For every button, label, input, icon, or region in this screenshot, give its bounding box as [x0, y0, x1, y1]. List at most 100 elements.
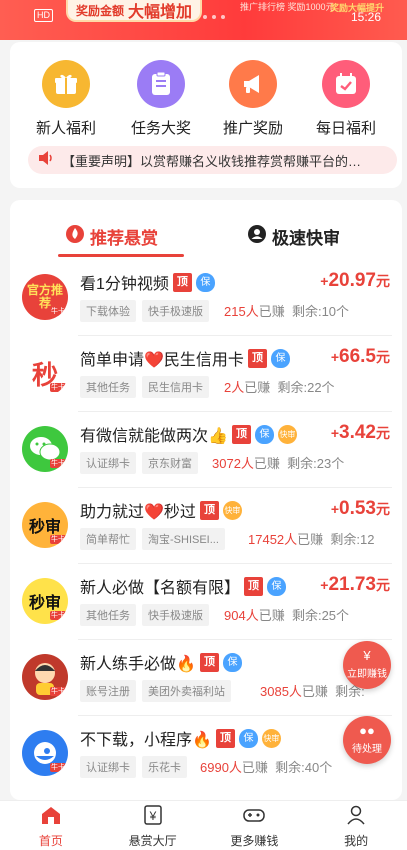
nav-mine[interactable]: 我的 [305, 801, 407, 850]
bottom-nav: 首页 ¥ 悬赏大厅 更多赚钱 我的 [0, 800, 407, 850]
nav-home[interactable]: 首页 [0, 801, 102, 850]
top-tag: 顶 [247, 348, 267, 368]
task-stats: 3085人已赚 剩余: [260, 684, 365, 699]
fast-review-tag: 快审 [277, 424, 297, 444]
nav-bounty-hall[interactable]: ¥ 悬赏大厅 [102, 801, 204, 850]
tab-underline [58, 254, 184, 257]
guarantee-tag: 保 [267, 576, 287, 596]
task-chips: 认证绑卡 京东财富 [80, 452, 198, 474]
promo-text: 推广排行榜 奖励1000元 [240, 2, 335, 12]
quick-item-label: 任务大奖 [130, 120, 191, 137]
task-reward: +3.42元 [330, 422, 390, 443]
task-avatar: 秒 牛卡 [22, 350, 68, 396]
task-avatar: 秒审 牛卡 [22, 578, 68, 624]
task-row[interactable]: 秒审 牛卡 新人必做【名额有限】 顶 保 +21.73元 其他任务 快手极速版 … [10, 566, 402, 640]
task-title: 新人必做【名额有限】 顶 保 [80, 574, 287, 598]
task-title: 不下载，小程序🔥 顶 保 快审 [80, 726, 281, 750]
task-stats: 2人已赚 剩余:22个 [224, 380, 335, 395]
task-chip: 淘宝-SHISEI... [142, 528, 225, 550]
fast-review-tag: 快审 [222, 500, 242, 520]
task-avatar: 秒审 牛卡 [22, 502, 68, 548]
chat-bubble-icon: ●● [359, 723, 375, 738]
pill-text-a: 奖励金额 [76, 3, 125, 18]
guarantee-tag: 保 [254, 424, 274, 444]
tab-label: 推荐悬赏 [90, 229, 158, 248]
top-tag: 顶 [199, 500, 219, 520]
task-reward: +21.73元 [320, 574, 390, 595]
task-chips: 其他任务 民生信用卡 [80, 376, 209, 398]
guarantee-tag: 保 [270, 348, 290, 368]
task-chips: 认证绑卡 乐花卡 [80, 756, 187, 778]
top-tag: 顶 [215, 728, 235, 748]
task-chip: 美团外卖福利站 [142, 680, 231, 702]
pill-text-b: 大幅增加 [128, 4, 193, 21]
task-reward: +66.5元 [330, 346, 390, 367]
task-chips: 简单帮忙 淘宝-SHISEI... [80, 528, 225, 550]
task-title: 简单申请❤️民生信用卡 顶 保 [80, 346, 290, 370]
flame-icon [66, 225, 84, 248]
yen-icon: ¥ [363, 648, 371, 663]
task-stats: 17452人已赚 剩余:12 [248, 532, 375, 547]
task-chips: 下载体验 快手极速版 [80, 300, 209, 322]
guarantee-tag: 保 [222, 652, 242, 672]
quick-item-newbie[interactable]: 新人福利 [31, 60, 101, 138]
bird-icon: 牛卡 [22, 730, 68, 776]
task-chip: 民生信用卡 [142, 376, 209, 398]
task-avatar: 官方推荐 牛卡 [22, 274, 68, 320]
notice-text: 【重要声明】以赏帮赚名义收钱推荐赏帮赚平台的… [62, 153, 362, 169]
yen-box-icon: ¥ [143, 805, 162, 825]
quick-item-label: 每日福利 [315, 120, 376, 137]
quick-menu-card: 新人福利 任务大奖 推广奖励 每日福利 【重要声明】以赏帮赚名义收钱推荐赏帮赚平… [10, 42, 402, 188]
guarantee-tag: 保 [238, 728, 258, 748]
top-tag: 顶 [244, 576, 264, 596]
task-title: 新人练手必做🔥 顶 保 [80, 650, 242, 674]
tab-recommend[interactable]: 推荐悬赏 [66, 224, 158, 249]
task-chip: 京东财富 [142, 452, 198, 474]
task-row[interactable]: 秒审 牛卡 助力就过❤️秒过 顶 快审 +0.53元 简单帮忙 淘宝-SHISE… [10, 490, 402, 564]
task-chip: 乐花卡 [142, 756, 187, 778]
task-reward: +0.53元 [330, 498, 390, 519]
quick-item-daily[interactable]: 每日福利 [311, 60, 381, 138]
quick-item-promo[interactable]: 推广奖励 [218, 60, 288, 138]
gamepad-icon [243, 809, 266, 822]
calendar-icon [322, 60, 370, 108]
notice-bar[interactable]: 【重要声明】以赏帮赚名义收钱推荐赏帮赚平台的… [28, 146, 397, 174]
quick-item-task[interactable]: 任务大奖 [126, 60, 196, 138]
task-title: 看1分钟视频 顶 保 [80, 270, 215, 294]
hd-indicator: HD [34, 9, 53, 22]
gift-icon [42, 60, 90, 108]
quick-item-label: 推广奖励 [222, 120, 283, 137]
task-title: 有微信就能做两次👍 顶 保 快审 [80, 422, 297, 446]
task-chip: 其他任务 [80, 604, 136, 626]
task-reward: +20.97元 [320, 270, 390, 291]
task-row[interactable]: 官方推荐 牛卡 看1分钟视频 顶 保 +20.97元 下载体验 快手极速版 21… [10, 262, 402, 336]
task-row[interactable]: 秒 牛卡 简单申请❤️民生信用卡 顶 保 +66.5元 其他任务 民生信用卡 2… [10, 338, 402, 412]
reward-increase-pill[interactable]: 奖励金额 大幅增加 [66, 0, 203, 22]
task-row[interactable]: 牛卡 有微信就能做两次👍 顶 保 快审 +3.42元 认证绑卡 京东财富 307… [10, 414, 402, 488]
svg-text:¥: ¥ [148, 809, 156, 823]
task-chip: 认证绑卡 [80, 452, 136, 474]
wechat-icon: 牛卡 [22, 426, 68, 472]
task-list-card: 推荐悬赏 极速快审 官方推荐 牛卡 看1分钟视频 顶 保 +20.97元 下载体… [10, 200, 402, 800]
task-chip: 认证绑卡 [80, 756, 136, 778]
fast-review-tag: 快审 [261, 728, 281, 748]
earn-now-button[interactable]: ¥ 立即赚钱 [343, 641, 391, 689]
task-chip: 其他任务 [80, 376, 136, 398]
task-chip: 账号注册 [80, 680, 136, 702]
task-chip: 简单帮忙 [80, 528, 136, 550]
top-banner[interactable]: HD 奖励金额 大幅增加 推广排行榜 奖励1000元 奖励大幅提升 15:26 [0, 0, 407, 40]
megaphone-icon [229, 60, 277, 108]
carousel-dots [203, 15, 225, 19]
status-time: 15:26 [350, 10, 381, 24]
top-tag: 顶 [199, 652, 219, 672]
task-stats: 215人已赚 剩余:10个 [224, 304, 350, 319]
nav-more-earn[interactable]: 更多赚钱 [204, 801, 306, 850]
pending-button[interactable]: ●● 待处理 [343, 716, 391, 764]
tab-fast-review[interactable]: 极速快审 [248, 224, 340, 249]
task-chip: 快手极速版 [142, 604, 209, 626]
user-circle-icon [248, 225, 266, 248]
guarantee-tag: 保 [195, 272, 215, 292]
list-icon [137, 60, 185, 108]
task-stats: 6990人已赚 剩余:40个 [200, 760, 333, 775]
task-chips: 其他任务 快手极速版 [80, 604, 209, 626]
